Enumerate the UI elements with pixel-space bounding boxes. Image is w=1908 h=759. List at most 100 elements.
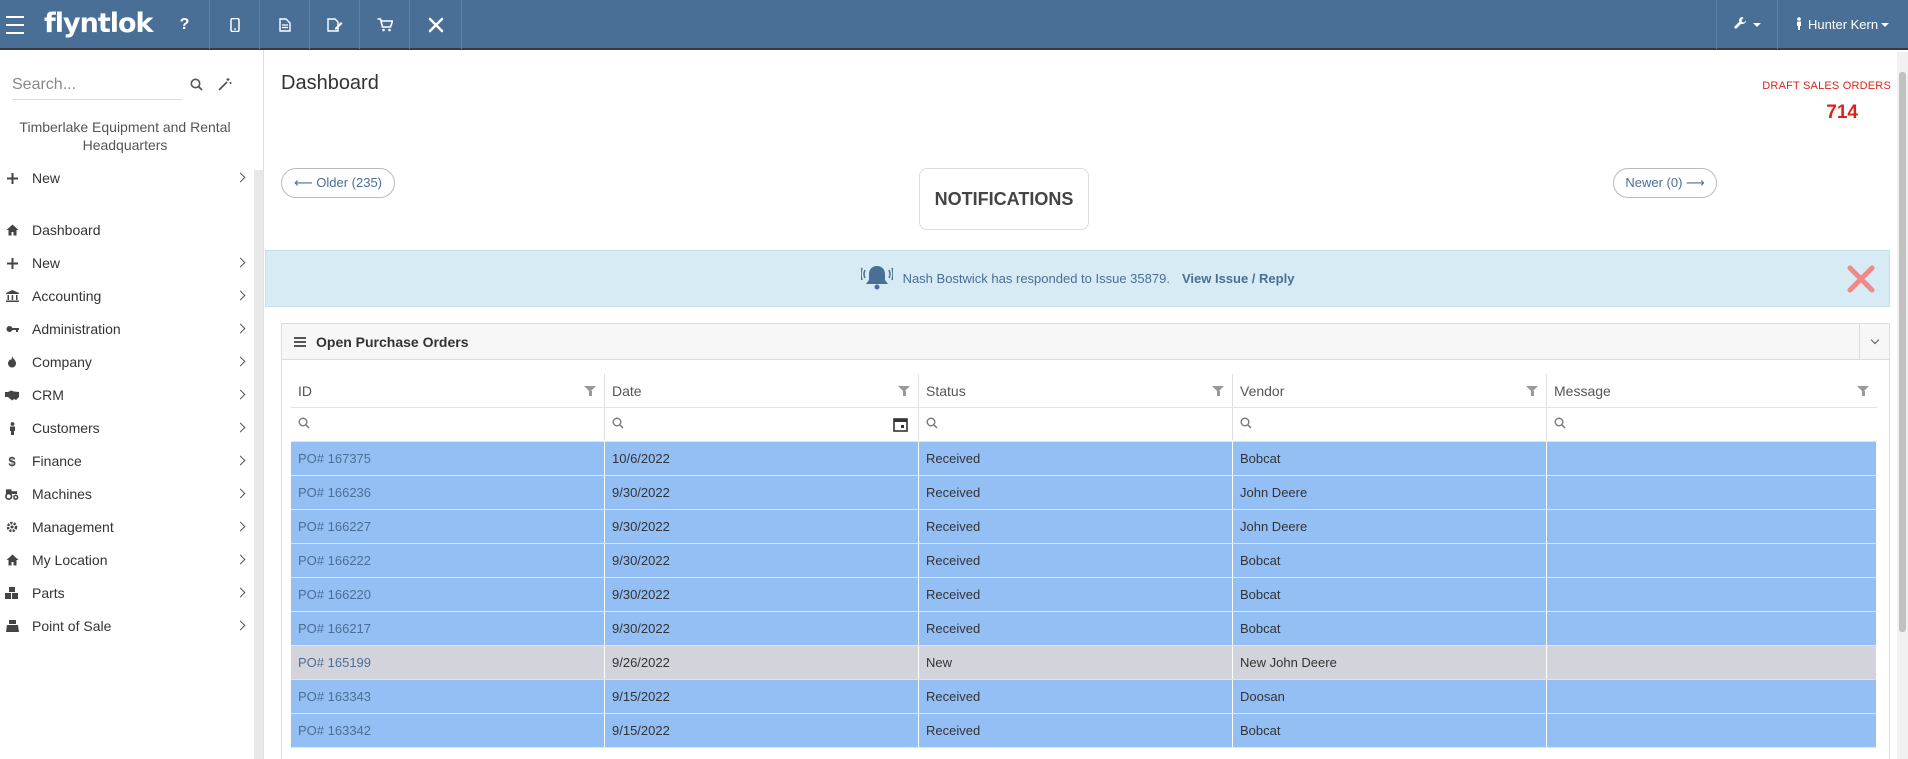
cell-message	[1547, 612, 1877, 645]
sidebar-item-parts[interactable]: Parts	[0, 578, 252, 608]
open-purchase-orders-panel: Open Purchase Orders ID Date Status Vendor M…	[281, 323, 1890, 759]
sidebar-item-machines[interactable]: Machines	[0, 479, 252, 509]
sidebar-item-administration[interactable]: Administration	[0, 314, 252, 344]
table-row[interactable]: PO# 163342 9/15/2022 Received Bobcat	[291, 714, 1877, 748]
filter-icon[interactable]	[1857, 386, 1869, 396]
sidebar-item-accounting[interactable]: Accounting	[0, 281, 252, 311]
collapse-chevron-icon[interactable]	[1859, 324, 1889, 359]
draft-sales-orders-label[interactable]: DRAFT SALES ORDERS	[1762, 80, 1891, 92]
cell-date: 9/26/2022	[605, 646, 919, 679]
cell-id[interactable]: PO# 166227	[291, 510, 605, 543]
cell-date: 9/30/2022	[605, 510, 919, 543]
cell-id[interactable]: PO# 167375	[291, 442, 605, 475]
cell-vendor: Bobcat	[1233, 612, 1547, 645]
brand-logo[interactable]: flyntlok	[44, 8, 153, 39]
help-icon-glyph: ?	[179, 15, 190, 33]
cell-id[interactable]: PO# 166222	[291, 544, 605, 577]
sidebar-item-label: My Location	[32, 552, 108, 568]
sidebar-item-finance[interactable]: $ Finance	[0, 446, 252, 476]
filter-icon[interactable]	[1526, 386, 1538, 396]
sidebar-item-customers[interactable]: Customers	[0, 413, 252, 443]
filter-cell-message[interactable]	[1547, 408, 1877, 440]
cell-id[interactable]: PO# 166220	[291, 578, 605, 611]
cell-id[interactable]: PO# 163342	[291, 714, 605, 747]
table-row[interactable]: PO# 163343 9/15/2022 Received Doosan	[291, 680, 1877, 714]
magic-wand-icon[interactable]	[218, 77, 232, 94]
column-header-message[interactable]: Message	[1547, 374, 1877, 407]
sidebar: Timberlake Equipment and Rental Headquar…	[0, 50, 264, 759]
chevron-down-icon	[1752, 22, 1761, 27]
filter-cell-id[interactable]	[291, 408, 605, 440]
cell-message	[1547, 578, 1877, 611]
table-row[interactable]: PO# 166236 9/30/2022 Received John Deere	[291, 476, 1877, 510]
search-icon	[926, 417, 938, 432]
table-row[interactable]: PO# 167375 10/6/2022 Received Bobcat	[291, 442, 1877, 476]
cell-date: 9/30/2022	[605, 476, 919, 509]
filter-cell-vendor[interactable]	[1233, 408, 1547, 440]
newer-notifications-button[interactable]: Newer (0) ⟶	[1613, 168, 1717, 198]
column-header-vendor[interactable]: Vendor	[1233, 374, 1547, 407]
top-navbar: flyntlok ? Hunter Kern	[0, 0, 1908, 50]
column-header-id[interactable]: ID	[291, 374, 605, 407]
cell-status: Received	[919, 442, 1233, 475]
sidebar-item-company[interactable]: Company	[0, 347, 252, 377]
close-icon[interactable]	[1847, 265, 1875, 296]
filter-icon[interactable]	[1212, 386, 1224, 396]
search-icon[interactable]	[190, 78, 203, 94]
search-icon	[612, 417, 624, 432]
sidebar-item-dashboard[interactable]: Dashboard	[0, 215, 252, 245]
search-icon	[298, 417, 310, 432]
column-header-date[interactable]: Date	[605, 374, 919, 407]
search-input[interactable]	[12, 72, 182, 98]
cell-id[interactable]: PO# 163343	[291, 680, 605, 713]
table-row[interactable]: PO# 166217 9/30/2022 Received Bobcat	[291, 612, 1877, 646]
older-notifications-button[interactable]: ⟵ Older (235)	[281, 168, 395, 198]
panel-header: Open Purchase Orders	[282, 324, 1889, 360]
main-scrollbar[interactable]	[1897, 52, 1908, 759]
filter-cell-status[interactable]	[919, 408, 1233, 440]
edit-document-icon[interactable]	[310, 0, 360, 49]
search-icon	[1554, 417, 1566, 432]
sidebar-item-label: Dashboard	[32, 222, 101, 238]
filter-icon[interactable]	[898, 386, 910, 396]
sidebar-item-my-location[interactable]: My Location	[0, 545, 252, 575]
cell-id[interactable]: PO# 165199	[291, 646, 605, 679]
cell-id[interactable]: PO# 166236	[291, 476, 605, 509]
view-issue-reply-link[interactable]: View Issue / Reply	[1182, 271, 1294, 286]
cell-message	[1547, 680, 1877, 713]
cell-vendor: Bobcat	[1233, 544, 1547, 577]
calendar-icon[interactable]	[893, 417, 908, 435]
help-icon[interactable]: ?	[160, 0, 210, 49]
cell-id[interactable]: PO# 166217	[291, 612, 605, 645]
cell-status: Received	[919, 612, 1233, 645]
cell-status: Received	[919, 476, 1233, 509]
table-row[interactable]: PO# 166227 9/30/2022 Received John Deere	[291, 510, 1877, 544]
home-icon	[5, 224, 19, 236]
document-icon[interactable]	[260, 0, 310, 49]
draft-sales-orders-count[interactable]: 714	[1826, 102, 1858, 124]
settings-dropdown[interactable]	[1716, 0, 1776, 49]
sidebar-item-new[interactable]: New	[0, 248, 252, 278]
sidebar-item-crm[interactable]: CRM	[0, 380, 252, 410]
table-row[interactable]: PO# 165199 9/26/2022 New New John Deere	[291, 646, 1877, 680]
column-header-status[interactable]: Status	[919, 374, 1233, 407]
scrollbar-thumb[interactable]	[1899, 72, 1906, 632]
filter-cell-date[interactable]	[605, 408, 919, 440]
tools-icon[interactable]	[410, 0, 462, 49]
purchase-orders-grid: ID Date Status Vendor Message PO# 167375 10/6…	[291, 374, 1877, 748]
main-content: Dashboard DRAFT SALES ORDERS 714 ⟵ Older…	[265, 50, 1895, 759]
mobile-icon[interactable]	[210, 0, 260, 49]
sidebar-scrollbar[interactable]	[254, 170, 263, 759]
table-row[interactable]: PO# 166220 9/30/2022 Received Bobcat	[291, 578, 1877, 612]
sidebar-item-point-of-sale[interactable]: Point of Sale	[0, 611, 252, 641]
plus-icon	[5, 172, 19, 184]
chevron-down-icon	[1881, 22, 1890, 27]
sidebar-item-management[interactable]: Management	[0, 512, 252, 542]
cart-icon[interactable]	[360, 0, 410, 49]
table-row[interactable]: PO# 166222 9/30/2022 Received Bobcat	[291, 544, 1877, 578]
user-menu[interactable]: Hunter Kern	[1777, 0, 1908, 49]
cell-vendor: Doosan	[1233, 680, 1547, 713]
sidebar-item-new[interactable]: New	[0, 163, 252, 193]
filter-icon[interactable]	[584, 386, 596, 396]
hamburger-menu-icon[interactable]	[0, 0, 30, 49]
